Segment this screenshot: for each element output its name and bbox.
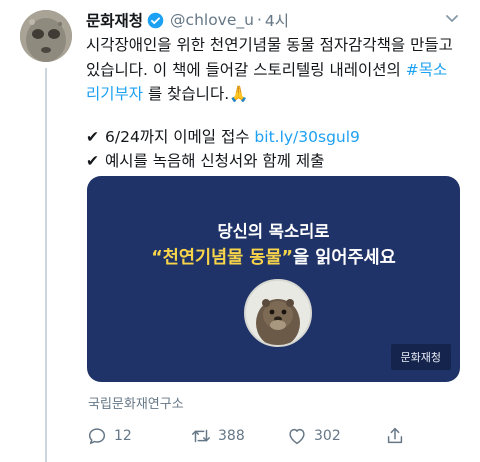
thread-line bbox=[45, 68, 47, 462]
reply-button[interactable]: 12 bbox=[86, 424, 132, 448]
like-button[interactable]: 302 bbox=[286, 424, 341, 448]
tweet-text: 시각장애인을 위한 천연기념물 동물 점자감각책을 만들고 있습니다. 이 책에… bbox=[86, 33, 466, 174]
otter-icon bbox=[246, 281, 310, 345]
reply-count: 12 bbox=[114, 428, 132, 444]
hashtag-link[interactable]: #목소 bbox=[406, 61, 448, 79]
tweet-line-1: 시각장애인을 위한 천연기념물 동물 점자감각책을 만들고 bbox=[86, 36, 453, 54]
retweet-button[interactable]: 388 bbox=[190, 424, 245, 448]
display-name[interactable]: 문화재청 bbox=[86, 9, 143, 31]
share-button[interactable] bbox=[384, 424, 412, 448]
bullet-line-2: ✔ 예시를 녹음해 신청서와 함께 제출 bbox=[86, 149, 466, 174]
otter-photo bbox=[244, 279, 312, 347]
card-title-line-1: 당신의 목소리로 bbox=[217, 222, 330, 241]
avatar[interactable] bbox=[20, 10, 72, 62]
stone-face-avatar-icon bbox=[20, 10, 72, 62]
bullet-2-text: 예시를 녹음해 신청서와 함께 제출 bbox=[105, 152, 325, 170]
card-title-rest: 을 읽어주세요 bbox=[293, 248, 396, 268]
retweet-icon bbox=[192, 429, 210, 443]
hashtag-link-continued[interactable]: 리기부자 bbox=[86, 85, 143, 103]
bullet-line-1: ✔ 6/24까지 이메일 접수 bit.ly/30sgul9 bbox=[86, 125, 466, 150]
card-badge: 문화재청 bbox=[390, 344, 451, 370]
reply-icon bbox=[88, 428, 106, 445]
share-icon bbox=[387, 427, 403, 444]
praying-hands-emoji: 🙏 bbox=[229, 85, 249, 103]
card-source[interactable]: 국립문화재연구소 bbox=[88, 393, 184, 412]
media-card[interactable]: 당신의 목소리로 “천연기념물 동물”을 읽어주세요 문화재청 bbox=[87, 176, 460, 382]
tweet-line-3: 리기부자 를 찾습니다.🙏 bbox=[86, 82, 466, 107]
tweet-actions: 12 388 302 bbox=[86, 424, 466, 448]
separator-dot: · bbox=[256, 11, 262, 29]
tweet-line-2-text: 있습니다. 이 책에 들어갈 스토리텔링 내레이션의 bbox=[86, 60, 406, 79]
card-title-line-2: “천연기념물 동물”을 읽어주세요 bbox=[87, 244, 460, 269]
heart-icon bbox=[289, 428, 305, 445]
handle[interactable]: @chlove_u bbox=[170, 11, 254, 29]
short-link[interactable]: bit.ly/30sgul9 bbox=[254, 128, 359, 146]
verified-badge-icon bbox=[147, 12, 164, 29]
more-chevron-icon[interactable] bbox=[444, 10, 460, 30]
timestamp[interactable]: 4시 bbox=[265, 9, 289, 31]
like-count: 302 bbox=[314, 428, 341, 444]
check-mark-icon: ✔ bbox=[86, 127, 99, 146]
tweet-line-3-text: 를 찾습니다. bbox=[143, 85, 230, 103]
bullet-1-text: 6/24까지 이메일 접수 bbox=[105, 127, 255, 146]
tweet-header: 문화재청 @chlove_u · 4시 bbox=[86, 8, 460, 32]
tweet-line-2: 있습니다. 이 책에 들어갈 스토리텔링 내레이션의 #목소 bbox=[86, 58, 466, 83]
check-mark-icon: ✔ bbox=[86, 152, 99, 170]
card-title-highlight: “천연기념물 동물” bbox=[151, 248, 294, 268]
retweet-count: 388 bbox=[218, 428, 245, 444]
